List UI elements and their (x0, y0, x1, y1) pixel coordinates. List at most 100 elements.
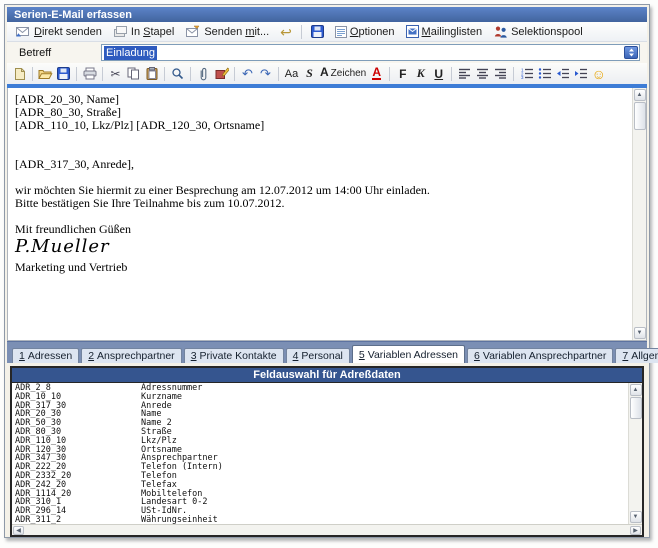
tab[interactable]: 3Private Kontakte (184, 348, 284, 363)
batch-stack-icon (113, 25, 128, 38)
tab[interactable]: 7Allgemeine Variablen (615, 348, 658, 363)
optionen-button[interactable]: Optionen (330, 23, 400, 40)
send-mail-icon (15, 25, 31, 38)
tab[interactable]: 1Adressen (12, 348, 79, 363)
align-right-button[interactable] (492, 65, 509, 82)
editor-line (15, 132, 626, 145)
mailinglisten-button[interactable]: Mailinglisten (401, 23, 488, 40)
svg-text:3: 3 (521, 75, 524, 79)
field-row[interactable]: ADR_310_1Landesart 0-2 (15, 498, 626, 507)
field-row[interactable]: ADR_317_30Anrede (15, 402, 626, 411)
save-button-2[interactable] (55, 65, 72, 82)
italic-button[interactable]: K (412, 65, 429, 82)
font-color-icon: A (372, 67, 381, 80)
field-row[interactable]: ADR_347_30Ansprechpartner (15, 454, 626, 463)
field-row[interactable]: ADR_311_2Währungseinheit (15, 516, 626, 524)
closing-text: Marketing und Vertrieb (15, 261, 626, 274)
resend-button[interactable]: ↩ (275, 23, 297, 41)
save-button[interactable] (306, 23, 329, 40)
search-button[interactable] (169, 65, 186, 82)
open-button[interactable] (37, 65, 54, 82)
new-page-icon (14, 67, 26, 81)
editor-line: [ADR_317_30, Anrede], (15, 158, 626, 171)
save-disk-icon (311, 25, 324, 38)
field-row[interactable]: ADR_222_20Telefon (Intern) (15, 463, 626, 472)
scrollbar-thumb[interactable] (634, 102, 646, 130)
font-button[interactable]: Aa (283, 65, 300, 82)
scroll-left-icon[interactable]: ◀ (13, 526, 24, 535)
editor-lines: [ADR_20_30, Name][ADR_80_30, Straße][ADR… (15, 93, 626, 236)
editor-line: [ADR_110_10, Lkz/Plz] [ADR_120_30, Ortsn… (15, 119, 626, 132)
mailing-list-icon (406, 25, 419, 38)
message-editor[interactable]: [ADR_20_30, Name][ADR_80_30, Straße][ADR… (7, 88, 647, 341)
font-style-button[interactable]: S (301, 65, 318, 82)
field-row[interactable]: ADR_110_10Lkz/Plz (15, 437, 626, 446)
subject-dropdown-button[interactable] (624, 46, 638, 59)
font-color-button[interactable]: A (368, 65, 385, 82)
new-document-button[interactable] (11, 65, 28, 82)
align-left-icon (458, 68, 471, 79)
indent-icon (574, 68, 588, 79)
scroll-up-icon[interactable]: ▲ (630, 384, 642, 396)
bold-button[interactable]: F (394, 65, 411, 82)
numbered-list-button[interactable]: 123 (518, 65, 535, 82)
align-center-button[interactable] (474, 65, 491, 82)
field-panel-title: Feldauswahl für Adreßdaten (12, 368, 642, 383)
search-icon (171, 67, 184, 80)
field-row[interactable]: ADR_1114_20Mobiltelefon (15, 490, 626, 499)
screen: Serien-E-Mail erfassen Direkt senden In … (0, 0, 658, 548)
senden-mit-button[interactable]: Senden mit... (180, 23, 274, 40)
field-row[interactable]: ADR_50_30Name 2 (15, 419, 626, 428)
scroll-down-icon[interactable]: ▼ (634, 327, 646, 339)
outdent-button[interactable] (554, 65, 571, 82)
reply-arrow-icon: ↩ (280, 25, 292, 39)
character-button[interactable]: AZeichen (319, 65, 367, 82)
bullet-list-icon (538, 68, 552, 79)
scroll-right-icon[interactable]: ▶ (630, 526, 641, 535)
align-left-button[interactable] (456, 65, 473, 82)
scrollbar-thumb[interactable] (630, 397, 642, 419)
indent-button[interactable] (572, 65, 589, 82)
serien-email-window: Serien-E-Mail erfassen Direkt senden In … (4, 4, 650, 538)
subject-row: Betreff Einladung (7, 42, 647, 63)
paperclip-icon (199, 67, 208, 81)
window-title: Serien-E-Mail erfassen (14, 9, 132, 21)
numbered-list-icon: 123 (520, 68, 534, 79)
redo-button[interactable]: ↷ (257, 65, 274, 82)
scissors-icon: ✂ (110, 68, 120, 80)
list-horizontal-scrollbar[interactable]: ◀ ▶ (12, 524, 642, 535)
smiley-button[interactable]: ☺ (590, 65, 607, 82)
list-vertical-scrollbar[interactable]: ▲ ▼ (628, 383, 642, 524)
paste-button[interactable] (143, 65, 160, 82)
signature-button[interactable] (213, 65, 230, 82)
tab[interactable]: 4Personal (286, 348, 350, 363)
scroll-up-icon[interactable]: ▲ (634, 89, 646, 101)
editor-vertical-scrollbar[interactable]: ▲ ▼ (632, 88, 646, 340)
scroll-down-icon[interactable]: ▼ (630, 511, 642, 523)
field-row[interactable]: ADR_242_20Telefax (15, 481, 626, 490)
tab[interactable]: 2Ansprechpartner (81, 348, 181, 363)
attachment-button[interactable] (195, 65, 212, 82)
bullet-list-button[interactable] (536, 65, 553, 82)
field-row[interactable]: ADR_2332_20Telefon (15, 472, 626, 481)
variable-tabstrip: 1Adressen 2Ansprechpartner 3Private Kont… (7, 341, 647, 363)
underline-button[interactable]: U (430, 65, 447, 82)
selektionspool-button[interactable]: Selektionspool (488, 23, 588, 40)
field-row[interactable]: ADR_296_14USt-IdNr. (15, 507, 626, 516)
direkt-senden-button[interactable]: Direkt senden (10, 23, 107, 40)
tab[interactable]: 6Variablen Ansprechpartner (467, 348, 613, 363)
field-row[interactable]: ADR_2_8Adressnummer (15, 384, 626, 393)
cut-button[interactable]: ✂ (107, 65, 124, 82)
copy-button[interactable] (125, 65, 142, 82)
subject-input[interactable]: Einladung (101, 44, 640, 61)
print-button[interactable] (81, 65, 98, 82)
field-row[interactable]: ADR_120_30Ortsname (15, 446, 626, 455)
tab[interactable]: 5Variablen Adressen (352, 345, 465, 363)
redo-icon: ↷ (260, 67, 271, 80)
in-stapel-button[interactable]: In Stapel (108, 23, 179, 40)
field-row[interactable]: ADR_80_30Straße (15, 428, 626, 437)
field-row[interactable]: ADR_20_30Name (15, 410, 626, 419)
field-row[interactable]: ADR_10_10Kurzname (15, 393, 626, 402)
undo-button[interactable]: ↶ (239, 65, 256, 82)
options-notepad-icon (335, 25, 347, 38)
